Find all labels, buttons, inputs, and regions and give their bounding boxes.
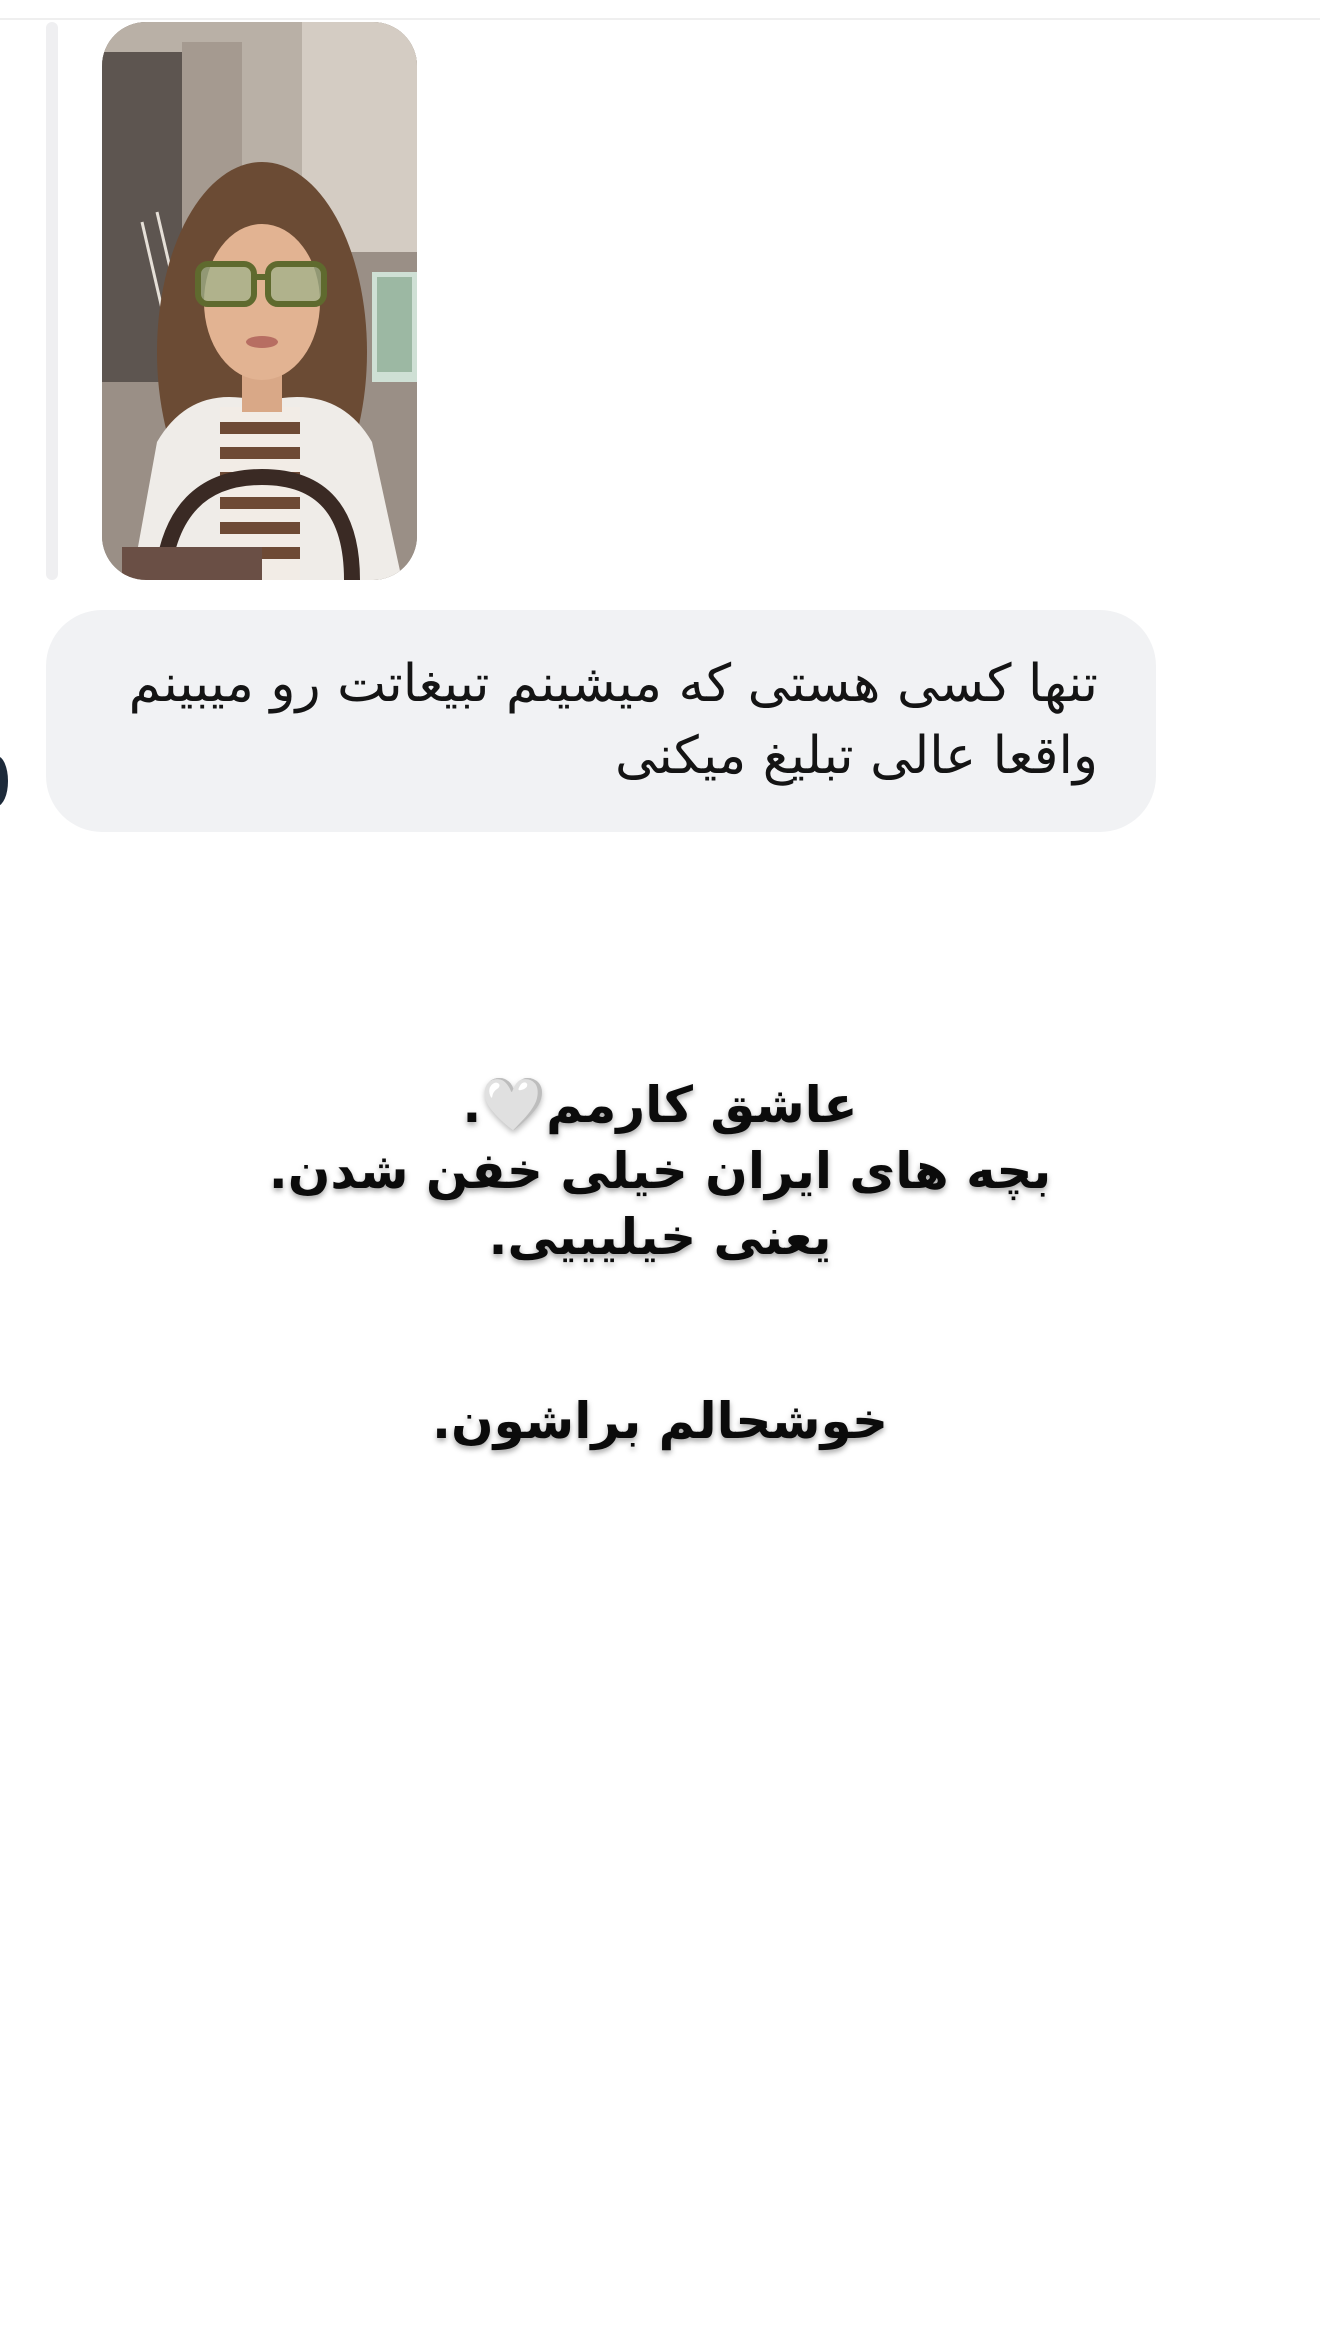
reply-indicator-bar — [46, 22, 58, 580]
caption-line-2: بچه های ایران خیلی خفن شدن. — [268, 1142, 1052, 1200]
story-thumbnail-image — [102, 22, 417, 580]
caption-line-1-end: . — [462, 1076, 482, 1134]
caption-line-1: عاشق کارمم🤍. — [0, 1072, 1320, 1138]
message-bubble[interactable]: تنها کسی هستی که میشینم تبیغاتت رو میبین… — [46, 610, 1156, 832]
sender-avatar[interactable] — [0, 756, 8, 806]
message-line-2: واقعا عالی تبلیغ میکنی — [614, 726, 1098, 786]
caption-line-3: یعنی خیلیییی. — [488, 1208, 832, 1266]
story-caption-footer: خوشحالم براشون. — [0, 1388, 1320, 1454]
message-line-1: تنها کسی هستی که میشینم تبیغاتت رو میبین… — [128, 654, 1098, 714]
story-thumbnail[interactable] — [102, 22, 417, 580]
story-caption: عاشق کارمم🤍. بچه های ایران خیلی خفن شدن.… — [0, 1072, 1320, 1270]
caption-line-4: خوشحالم براشون. — [432, 1392, 888, 1450]
white-heart-icon: 🤍 — [480, 1074, 547, 1136]
caption-line-1-text: عاشق کارمم — [546, 1076, 858, 1134]
top-divider — [0, 18, 1320, 20]
